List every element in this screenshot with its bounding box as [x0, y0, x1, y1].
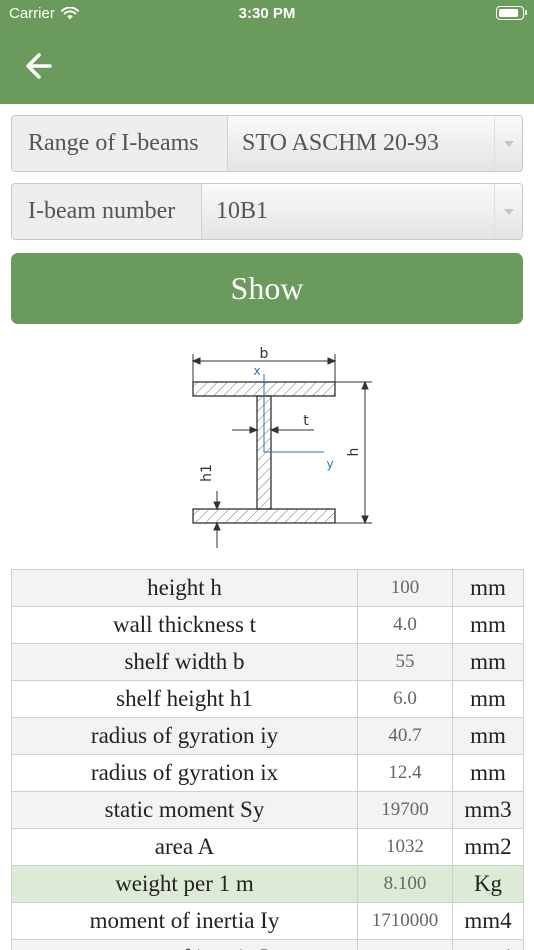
- property-unit: mm: [452, 569, 524, 607]
- property-name: wall thickness t: [11, 606, 358, 644]
- property-name: shelf height h1: [11, 680, 358, 718]
- status-time: 3:30 PM: [238, 5, 296, 22]
- property-unit: mm4: [452, 902, 524, 940]
- table-row: static moment Sy 19700 mm3: [11, 791, 524, 829]
- property-name: radius of gyration iy: [11, 717, 358, 755]
- table-row: radius of gyration iy 40.7 mm: [11, 717, 524, 755]
- property-value: 1032: [357, 828, 453, 866]
- property-unit: mm: [452, 643, 524, 681]
- property-unit: mm: [452, 606, 524, 644]
- number-picker[interactable]: I-beam number 10B1: [11, 183, 523, 240]
- property-value: 6.0: [357, 680, 453, 718]
- range-select[interactable]: STO ASCHM 20-93: [228, 116, 522, 171]
- property-name: height h: [11, 569, 358, 607]
- properties-table-body: height h 100 mm wall thickness t 4.0 mm shelf …: [11, 569, 524, 950]
- property-value: 8.100: [357, 865, 453, 903]
- property-unit: mm3: [452, 791, 524, 829]
- range-select-value: STO ASCHM 20-93: [242, 130, 439, 156]
- show-button[interactable]: Show: [11, 253, 523, 324]
- property-name: moment of inertia Iy: [11, 902, 358, 940]
- properties-table: height h 100 mm wall thickness t 4.0 mm shelf …: [11, 569, 524, 950]
- table-row: moment of inertia Ix mm4: [11, 939, 524, 950]
- table-row: area A 1032 mm2: [11, 828, 524, 866]
- axis-x-label: x: [253, 364, 260, 378]
- range-picker[interactable]: Range of I-beams STO ASCHM 20-93: [11, 115, 523, 172]
- number-select-value: 10B1: [216, 198, 269, 224]
- dim-h-label: h: [346, 448, 362, 457]
- table-row: shelf height h1 6.0 mm: [11, 680, 524, 718]
- table-row: shelf width b 55 mm: [11, 643, 524, 681]
- dim-b-label: b: [260, 346, 269, 362]
- navigation-bar: [0, 28, 534, 104]
- property-value: 19700: [357, 791, 453, 829]
- property-value: [357, 939, 453, 950]
- table-row: weight per 1 m 8.100 Kg: [11, 865, 524, 903]
- ibeam-diagram: b x y t h h1: [191, 346, 372, 548]
- property-name: area A: [11, 828, 358, 866]
- dim-h1-label: h1: [199, 464, 215, 482]
- table-row: moment of inertia Iy 1710000 mm4: [11, 902, 524, 940]
- table-row: wall thickness t 4.0 mm: [11, 606, 524, 644]
- status-bar: Carrier 3:30 PM: [0, 0, 534, 28]
- property-value: 4.0: [357, 606, 453, 644]
- number-select[interactable]: 10B1: [202, 184, 522, 239]
- property-unit: mm: [452, 680, 524, 718]
- chevron-down-icon: [494, 184, 522, 239]
- axis-y-label: y: [326, 457, 333, 471]
- property-unit: Kg: [452, 865, 524, 903]
- range-picker-label: Range of I-beams: [12, 116, 228, 171]
- property-name: static moment Sy: [11, 791, 358, 829]
- back-button[interactable]: [20, 46, 64, 86]
- table-row: radius of gyration ix 12.4 mm: [11, 754, 524, 792]
- table-row: height h 100 mm: [11, 569, 524, 607]
- battery-level: [499, 9, 518, 17]
- chevron-down-icon: [494, 116, 522, 171]
- back-arrow-icon: [26, 53, 52, 79]
- property-value: 40.7: [357, 717, 453, 755]
- number-picker-label: I-beam number: [12, 184, 202, 239]
- property-unit: mm2: [452, 828, 524, 866]
- battery-icon: [496, 6, 527, 20]
- property-name: weight per 1 m: [11, 865, 358, 903]
- dim-t-label: t: [303, 413, 309, 429]
- property-value: 1710000: [357, 902, 453, 940]
- property-unit: mm: [452, 717, 524, 755]
- property-name: moment of inertia Ix: [11, 939, 358, 950]
- property-unit: mm4: [452, 939, 524, 950]
- property-name: shelf width b: [11, 643, 358, 681]
- property-name: radius of gyration ix: [11, 754, 358, 792]
- property-value: 12.4: [357, 754, 453, 792]
- property-value: 55: [357, 643, 453, 681]
- property-unit: mm: [452, 754, 524, 792]
- property-value: 100: [357, 569, 453, 607]
